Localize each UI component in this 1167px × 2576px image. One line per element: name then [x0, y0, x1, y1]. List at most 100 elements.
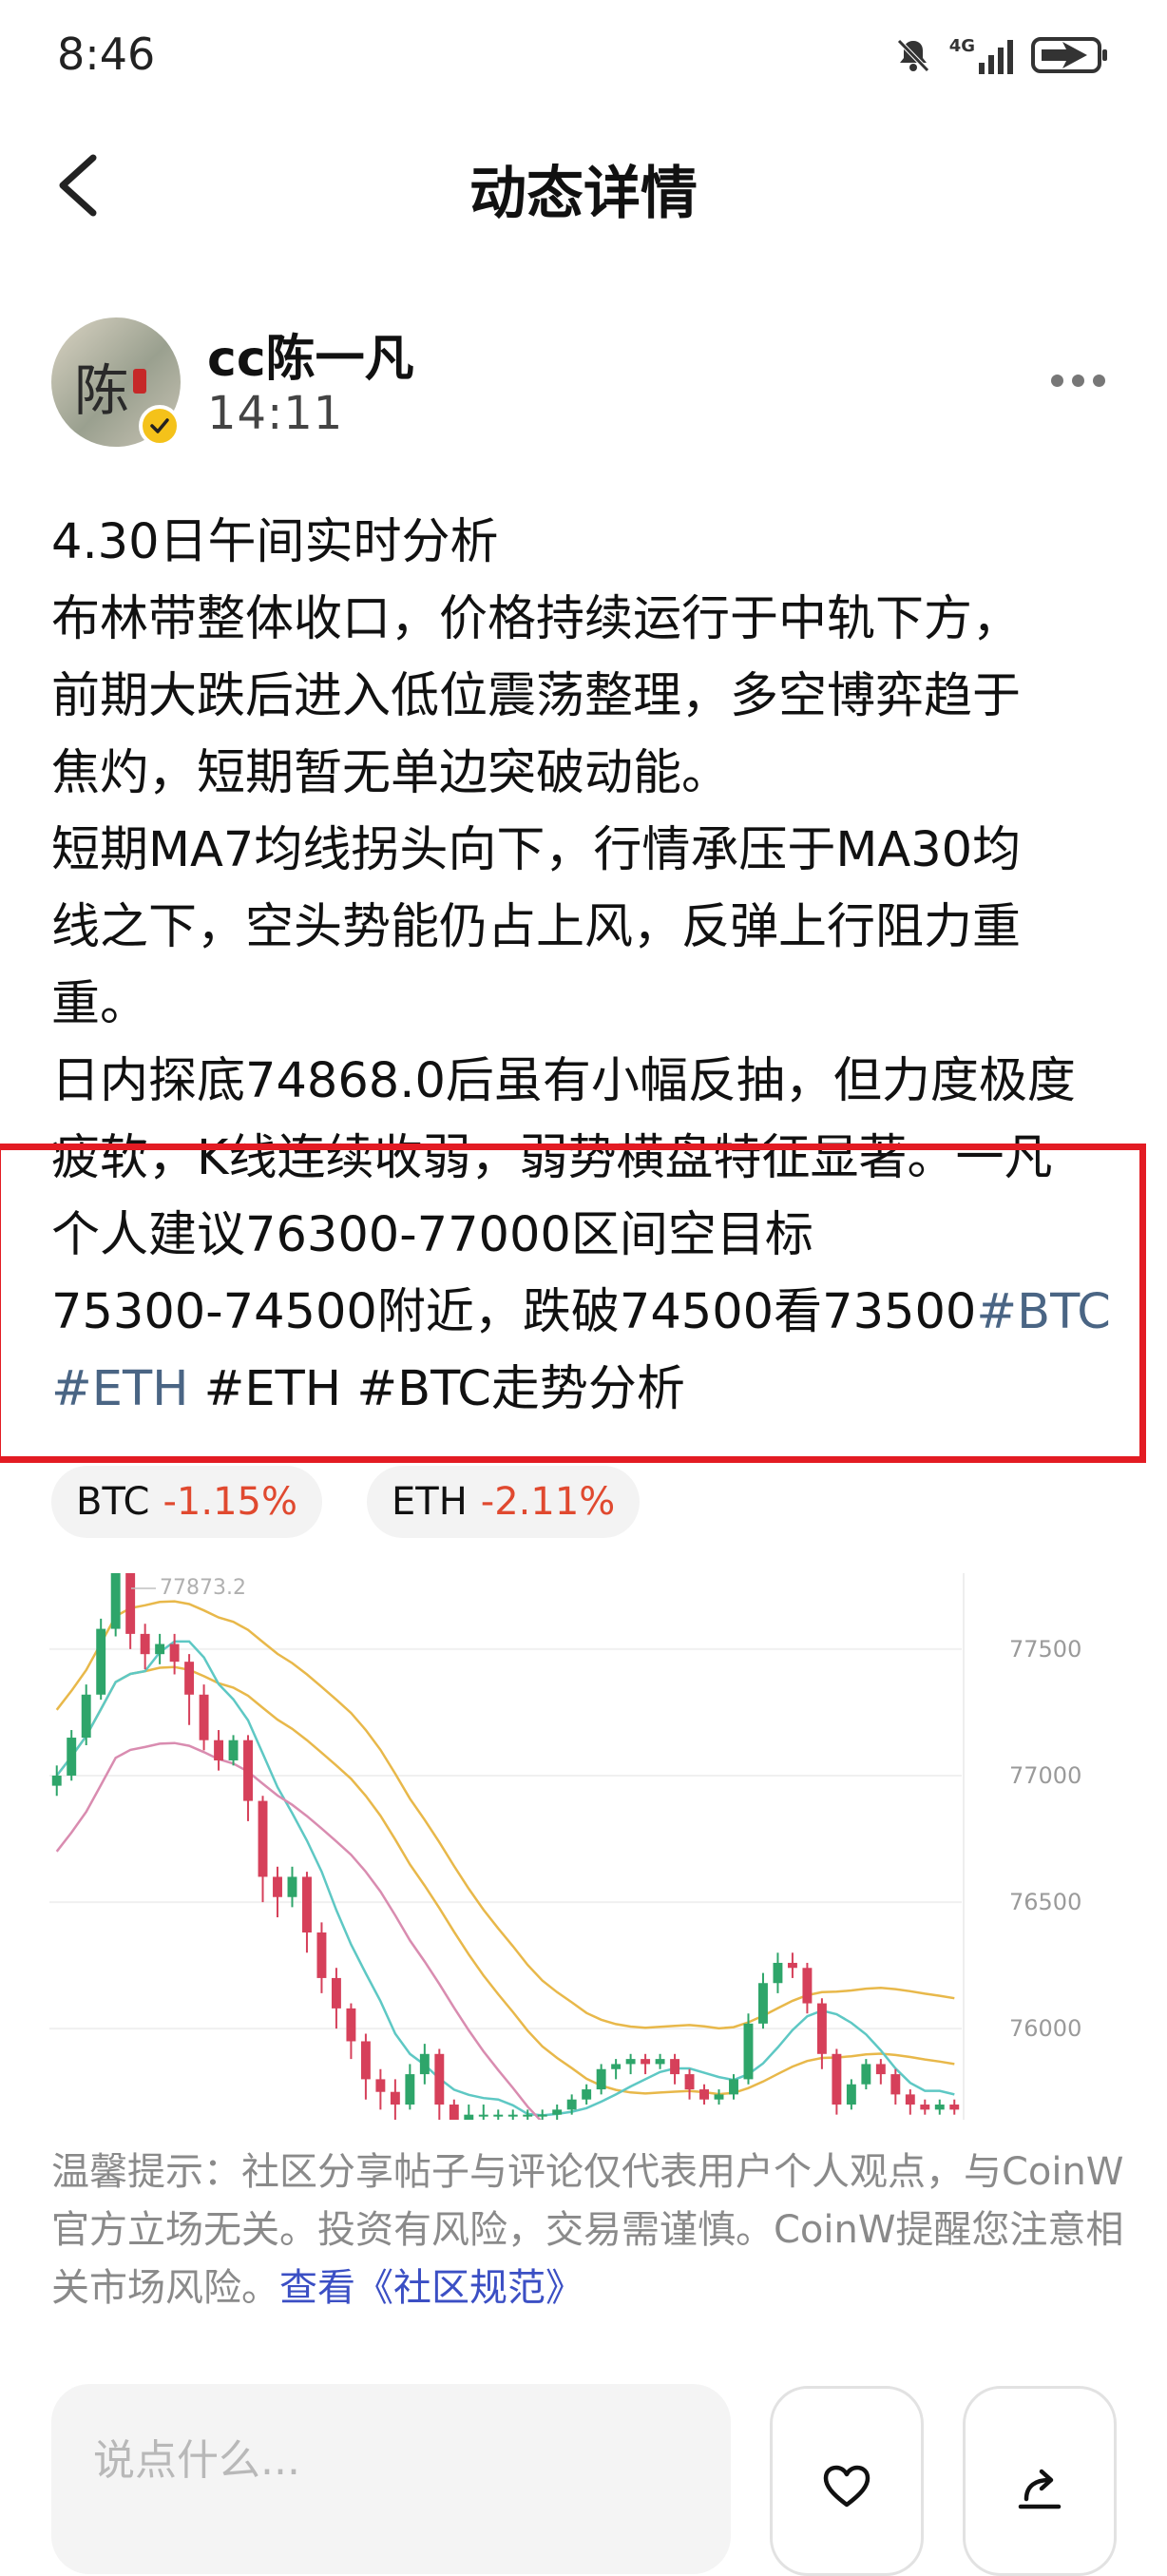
candle-body	[875, 2064, 886, 2075]
candle-body	[51, 1775, 62, 1786]
post-line: 重。	[51, 966, 1125, 1043]
candle-body	[758, 1983, 768, 2024]
coin-change: -2.11%	[480, 1480, 616, 1524]
candle-body	[537, 2114, 547, 2117]
candle-body	[493, 2114, 504, 2117]
candle-body	[714, 2094, 724, 2100]
candle-body	[478, 2114, 488, 2117]
highlight-box	[0, 1144, 1146, 1463]
candle-body	[596, 2068, 606, 2090]
candle-body	[802, 1968, 813, 2004]
candle-body	[920, 2105, 930, 2110]
y-tick-label: 77000	[1009, 1762, 1081, 1789]
candle-body	[507, 2114, 518, 2117]
more-dot-icon	[1051, 374, 1063, 387]
candle-body	[861, 2064, 871, 2085]
post-line: 前期大跌后进入低位震荡整理，多空博弈趋于	[51, 658, 1125, 735]
candle-body	[258, 1800, 268, 1877]
avatar-char: 陈	[74, 358, 130, 423]
candle-body	[625, 2059, 636, 2065]
post-text: 重。	[51, 976, 149, 1032]
candle-body	[96, 1628, 106, 1695]
bollinger-lower-line	[55, 1741, 542, 2120]
candle-body	[449, 2105, 459, 2120]
coin-change: -1.15%	[163, 1480, 297, 1524]
candle-body	[125, 1573, 136, 1634]
post-text: 4.30日午间实时分析	[51, 514, 499, 570]
author-name[interactable]: cc陈一凡	[207, 318, 414, 390]
candle-body	[405, 2074, 415, 2105]
candle-body	[905, 2094, 915, 2105]
candle-body	[832, 2053, 842, 2105]
candle-body	[243, 1740, 253, 1801]
status-icons: 4G	[894, 34, 1110, 76]
candle-body	[949, 2105, 960, 2110]
post-line: 布林带整体收口，价格持续运行于中轨下方，	[51, 581, 1125, 658]
candle-body	[816, 2003, 827, 2054]
like-button[interactable]	[770, 2386, 924, 2576]
candle-body	[214, 1740, 224, 1760]
disclaimer-text: 温馨提示：社区分享帖子与评论仅代表用户个人观点，与CoinW官方立场无关。投资有…	[51, 2150, 1124, 2310]
candle-body	[316, 1932, 327, 1978]
coin-symbol: ETH	[392, 1480, 468, 1524]
candle-body	[729, 2079, 738, 2095]
candle-body	[81, 1694, 91, 1739]
candle-body	[199, 1694, 209, 1740]
candle-body	[360, 2041, 371, 2080]
signal-icon: 4G	[949, 36, 1013, 74]
community-rules-link[interactable]: 查看《社区规范》	[279, 2266, 584, 2310]
candle-body	[302, 1876, 312, 1933]
coin-pill-btc[interactable]: BTC -1.15%	[51, 1466, 322, 1538]
candle-body	[169, 1644, 180, 1663]
candle-body	[890, 2074, 901, 2095]
candle-body	[846, 2084, 856, 2105]
battery-charging-icon	[1031, 37, 1107, 73]
candle-body	[566, 2099, 577, 2110]
coin-pill-eth[interactable]: ETH -2.11%	[367, 1466, 641, 1538]
candle-body	[655, 2059, 665, 2065]
candle-body	[155, 1644, 165, 1655]
candle-body	[787, 1962, 797, 1969]
price-chart[interactable]: 77873.2 77500 77000 76500 76000	[49, 1573, 1121, 2120]
post-time: 14:11	[207, 387, 344, 440]
candle-body	[184, 1662, 195, 1695]
share-icon	[1018, 2469, 1062, 2509]
heart-icon	[823, 2465, 870, 2508]
candle-body	[464, 2114, 474, 2120]
post-text: 线之下，空头势能仍占上风，反弹上行阻力重	[51, 899, 1022, 955]
post-line: 4.30日午间实时分析	[51, 504, 1125, 581]
candle-body	[582, 2089, 592, 2100]
candle-body	[375, 2079, 386, 2092]
post-text: 焦灼，短期暂无单边突破动能。	[51, 745, 731, 801]
post-line: 线之下，空头势能仍占上风，反弹上行阻力重	[51, 889, 1125, 966]
candle-body	[641, 2059, 651, 2065]
post-text: 日内探底74868.0后虽有小幅反抽，但力度极度	[51, 1053, 1076, 1109]
candle-body	[346, 2008, 356, 2042]
verified-badge-icon	[139, 405, 181, 447]
candle-body	[228, 1740, 239, 1760]
candle-body	[552, 2109, 563, 2115]
more-dot-icon	[1093, 374, 1105, 387]
candle-body	[419, 2053, 430, 2075]
y-tick-label: 76000	[1009, 2015, 1081, 2042]
coin-symbol: BTC	[76, 1480, 150, 1524]
candle-body	[273, 1876, 282, 1897]
share-button[interactable]	[963, 2386, 1117, 2576]
more-options-button[interactable]	[1051, 361, 1118, 399]
post-text: 布林带整体收口，价格持续运行于中轨下方，	[51, 591, 1022, 647]
candle-body	[684, 2074, 695, 2090]
page-title: 动态详情	[469, 161, 698, 227]
comment-input[interactable]	[51, 2384, 731, 2574]
candle-body	[331, 1977, 341, 2009]
avatar[interactable]: 陈	[51, 317, 181, 447]
candle-body	[773, 1962, 783, 1984]
candle-body	[699, 2089, 709, 2100]
chart-high-label: 77873.2	[160, 1576, 246, 1600]
disclaimer: 温馨提示：社区分享帖子与评论仅代表用户个人观点，与CoinW官方立场无关。投资有…	[51, 2143, 1125, 2317]
more-dot-icon	[1072, 374, 1084, 387]
candle-body	[140, 1633, 150, 1655]
post-line: 焦灼，短期暂无单边突破动能。	[51, 735, 1125, 812]
avatar-seal	[133, 369, 146, 394]
post-text: 短期MA7均线拐头向下，行情承压于MA30均	[51, 822, 1022, 878]
candle-body	[434, 2053, 445, 2105]
